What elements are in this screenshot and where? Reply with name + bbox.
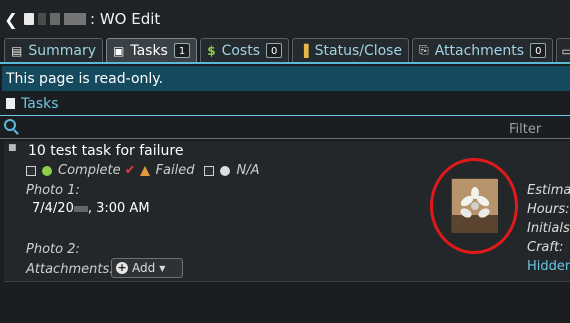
photo1-date-prefix: 7/4/20 bbox=[32, 201, 74, 216]
add-button-label: Add bbox=[132, 261, 156, 275]
clipboard-icon: ▣ bbox=[113, 43, 125, 58]
na-checkbox[interactable] bbox=[204, 165, 215, 176]
tab-count-badge: 0 bbox=[530, 43, 547, 58]
attachments-label: Attachments: bbox=[26, 262, 114, 277]
tab-costs[interactable]: $ Costs 0 bbox=[200, 38, 290, 62]
craft-label: Craft: bbox=[527, 240, 564, 255]
tab-count-badge: 1 bbox=[173, 43, 191, 58]
document-icon bbox=[24, 13, 34, 25]
photo1-timestamp: 7/4/20 , 3:00 AM bbox=[32, 201, 150, 216]
redacted-text bbox=[50, 13, 60, 25]
tab-count-badge: 0 bbox=[266, 43, 283, 58]
document-icon: ▤ bbox=[11, 43, 23, 58]
redacted-text bbox=[73, 205, 88, 212]
task-status-row: Complete ✔ Failed N/A bbox=[26, 163, 259, 178]
plus-icon: + bbox=[116, 261, 128, 274]
redacted-text bbox=[64, 13, 86, 25]
tab-attachments[interactable]: ⎘ Attachments 0 bbox=[412, 38, 554, 62]
estimate-label: Estima bbox=[527, 183, 570, 198]
dollar-icon: $ bbox=[207, 43, 216, 58]
tasks-section-header: Tasks bbox=[0, 92, 570, 116]
traffic-light-icon: ▐ bbox=[299, 43, 309, 58]
complete-checkbox[interactable] bbox=[26, 165, 36, 176]
tab-label: Tasks bbox=[130, 42, 168, 59]
read-only-banner: This page is read-only. bbox=[2, 66, 570, 91]
filter-row: Filter bbox=[0, 117, 570, 139]
tab-tasks[interactable]: ▣ Tasks 1 bbox=[106, 38, 198, 62]
complete-label: Complete bbox=[58, 163, 121, 178]
section-title: Tasks bbox=[21, 95, 59, 112]
page-bottom bbox=[0, 282, 570, 323]
chevron-down-icon: ▼ bbox=[159, 263, 166, 273]
expand-icon[interactable]: ■ bbox=[8, 143, 17, 153]
tab-summary[interactable]: ▤ Summary bbox=[4, 38, 103, 62]
tab-label: Summary bbox=[28, 42, 96, 59]
checkmark-icon: ✔ bbox=[124, 163, 136, 178]
initials-label: Initials: bbox=[527, 221, 570, 236]
hidden-link[interactable]: Hidden bbox=[527, 257, 570, 276]
folder-icon: ▭ bbox=[561, 43, 570, 58]
tab-label: Costs bbox=[221, 42, 261, 59]
warning-icon bbox=[139, 165, 150, 176]
tab-label: Status/Close bbox=[314, 42, 403, 59]
tab-label: Attachments bbox=[434, 42, 525, 59]
task-title: 10 test task for failure bbox=[28, 143, 184, 159]
filter-label[interactable]: Filter bbox=[509, 122, 541, 137]
failed-label: Failed bbox=[155, 163, 195, 178]
photo2-label: Photo 2: bbox=[26, 242, 80, 257]
page-title: : WO Edit bbox=[90, 10, 161, 28]
na-icon bbox=[220, 165, 231, 176]
highlight-circle bbox=[430, 158, 518, 254]
task-card: ■ 10 test task for failure Complete ✔ Fa… bbox=[4, 141, 570, 282]
na-label: N/A bbox=[236, 163, 260, 178]
tab-status-close[interactable]: ▐ Status/Close bbox=[292, 38, 410, 62]
add-attachment-button[interactable]: + Add ▼ bbox=[111, 258, 183, 278]
hours-label: Hours: bbox=[527, 202, 570, 217]
redacted-text bbox=[38, 13, 46, 25]
tab-bar: ▤ Summary ▣ Tasks 1 $ Costs 0 ▐ Status/C… bbox=[0, 38, 570, 64]
photo1-label: Photo 1: bbox=[26, 183, 80, 198]
photo1-date-suffix: , 3:00 AM bbox=[87, 201, 150, 216]
clipboard-icon bbox=[6, 98, 15, 109]
tab-more[interactable]: ▭ bbox=[556, 38, 570, 62]
paperclip-icon: ⎘ bbox=[419, 43, 429, 57]
title-bar: ❮ : WO Edit bbox=[0, 0, 570, 38]
task-details-column: Estima Hours: Initials: Craft: Hidden bbox=[527, 181, 570, 276]
back-arrow-icon[interactable]: ❮ bbox=[0, 0, 22, 38]
search-icon[interactable] bbox=[4, 119, 16, 131]
check-circle-icon bbox=[42, 165, 52, 176]
